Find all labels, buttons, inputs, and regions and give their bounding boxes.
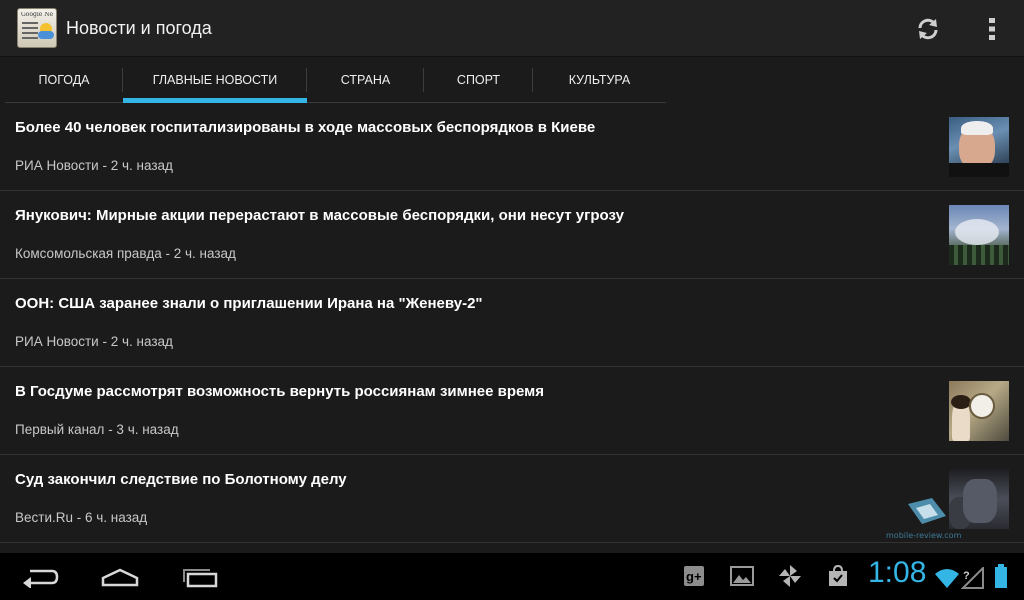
system-navigation-bar: g+ 1:08 ?	[0, 553, 1024, 600]
tab-glavnye-novosti[interactable]: ГЛАВНЫЕ НОВОСТИ	[123, 58, 307, 103]
back-icon	[23, 569, 59, 588]
app-icon-masthead: Google News	[21, 12, 53, 18]
tab-label: ГЛАВНЫЕ НОВОСТИ	[152, 73, 278, 87]
news-headline[interactable]: ООН: США заранее знали о приглашении Ира…	[15, 295, 930, 312]
recent-apps-button[interactable]	[168, 553, 232, 600]
watermark-text: mobile-review.com	[886, 531, 962, 540]
action-bar: Google News Новости и погода	[0, 0, 1024, 57]
news-source: РИА Новости - 2 ч. назад	[15, 158, 173, 173]
svg-text:g+: g+	[686, 569, 702, 584]
news-headline[interactable]: Более 40 человек госпитализированы в ход…	[15, 119, 930, 136]
action-bar-actions	[896, 0, 1024, 57]
tab-sport[interactable]: СПОРТ	[424, 58, 533, 102]
news-headline[interactable]: Суд закончил следствие по Болотному делу	[15, 471, 930, 488]
newspaper-lines	[22, 22, 38, 42]
news-item[interactable]: Суд закончил следствие по Болотному делу…	[0, 455, 1024, 543]
news-thumbnail[interactable]	[949, 117, 1009, 177]
wifi-icon	[934, 565, 960, 591]
recent-apps-icon	[183, 568, 218, 587]
news-source: РИА Новости - 2 ч. назад	[15, 334, 173, 349]
overflow-menu-icon	[989, 17, 995, 40]
svg-text:?: ?	[963, 570, 970, 582]
shopping-bag-icon[interactable]	[825, 563, 851, 589]
tab-label: СТРАНА	[340, 73, 391, 87]
tab-pogoda[interactable]: ПОГОДА	[5, 58, 123, 102]
news-headline[interactable]: Янукович: Мирные акции перерастают в мас…	[15, 207, 930, 224]
home-button[interactable]	[88, 553, 152, 600]
cloud-icon	[38, 31, 54, 39]
news-headline[interactable]: В Госдуме рассмотрят возможность вернуть…	[15, 383, 930, 400]
refresh-icon	[918, 18, 938, 39]
tab-label: СПОРТ	[456, 73, 501, 87]
news-source: Первый канал - 3 ч. назад	[15, 422, 179, 437]
tab-strana[interactable]: СТРАНА	[307, 58, 424, 102]
google-news-weather-icon[interactable]: Google News	[17, 8, 57, 48]
status-clock[interactable]: 1:08	[868, 556, 926, 590]
signal-icon: ?	[960, 565, 986, 591]
home-icon	[101, 568, 139, 586]
news-thumbnail[interactable]	[949, 381, 1009, 441]
overflow-menu-button[interactable]	[960, 0, 1024, 57]
back-button[interactable]	[8, 553, 72, 600]
tab-label: ПОГОДА	[38, 73, 90, 87]
news-thumbnail[interactable]	[949, 469, 1009, 529]
news-thumbnail[interactable]	[949, 205, 1009, 265]
google-plus-icon[interactable]: g+	[681, 563, 707, 589]
news-item[interactable]: В Госдуме рассмотрят возможность вернуть…	[0, 367, 1024, 455]
tab-kultura[interactable]: КУЛЬТУРА	[533, 58, 666, 102]
news-source: Комсомольская правда - 2 ч. назад	[15, 246, 236, 261]
gallery-icon[interactable]	[729, 563, 755, 589]
tab-label: КУЛЬТУРА	[568, 73, 631, 87]
refresh-button[interactable]	[896, 0, 960, 57]
category-tabs: ПОГОДА ГЛАВНЫЕ НОВОСТИ СТРАНА СПОРТ КУЛЬ…	[5, 58, 666, 103]
news-item[interactable]: Более 40 человек госпитализированы в ход…	[0, 103, 1024, 191]
watermark-logo-icon	[908, 498, 946, 524]
app-title: Новости и погода	[66, 17, 212, 38]
battery-icon	[988, 563, 1014, 589]
news-source: Вести.Ru - 6 ч. назад	[15, 510, 148, 525]
news-item[interactable]: Янукович: Мирные акции перерастают в мас…	[0, 191, 1024, 279]
news-item[interactable]: ООН: США заранее знали о приглашении Ира…	[0, 279, 1024, 367]
pinwheel-icon[interactable]	[777, 563, 803, 589]
news-list: Более 40 человек госпитализированы в ход…	[0, 103, 1024, 543]
